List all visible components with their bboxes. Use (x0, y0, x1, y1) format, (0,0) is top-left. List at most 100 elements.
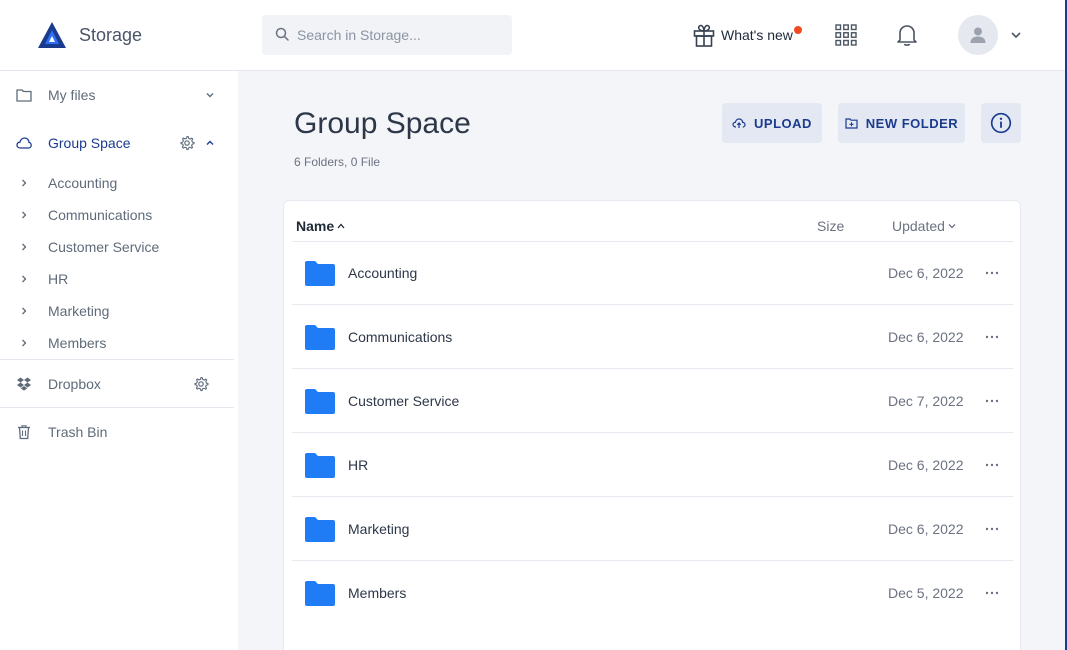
more-horizontal-icon[interactable] (984, 521, 1000, 537)
folder-updated: Dec 7, 2022 (888, 393, 964, 409)
folder-name[interactable]: Customer Service (348, 393, 459, 409)
sidebar-divider (0, 407, 234, 408)
sidebar: My files Group Space Accounting Communic… (0, 71, 238, 650)
chevron-right-icon[interactable] (20, 274, 28, 284)
bell-icon[interactable] (896, 23, 918, 47)
search-box[interactable] (262, 15, 512, 55)
column-header-name-label: Name (296, 218, 335, 234)
table-row[interactable]: Communications Dec 6, 2022 (292, 305, 1013, 369)
sidebar-divider (0, 359, 234, 360)
more-horizontal-icon[interactable] (984, 329, 1000, 345)
dropbox-icon (17, 377, 31, 391)
top-header: Storage What's new (0, 0, 1067, 71)
user-icon (970, 27, 986, 43)
folder-name[interactable]: Marketing (348, 521, 409, 537)
chevron-right-icon[interactable] (20, 242, 28, 252)
folder-updated: Dec 6, 2022 (888, 457, 964, 473)
sidebar-subitem-label: Customer Service (48, 239, 160, 255)
folder-name[interactable]: Members (348, 585, 406, 601)
info-button[interactable] (981, 103, 1021, 143)
folder-updated: Dec 6, 2022 (888, 521, 964, 537)
chevron-right-icon[interactable] (20, 338, 28, 348)
whats-new-label: What's new (721, 27, 793, 43)
folder-icon (305, 581, 335, 606)
folder-plus-icon (845, 118, 858, 129)
sort-ascending-icon (337, 223, 345, 229)
chevron-down-icon[interactable] (204, 89, 216, 101)
sidebar-subitem-marketing[interactable]: Marketing (0, 297, 238, 325)
chevron-right-icon[interactable] (20, 178, 28, 188)
sidebar-subitem-label: Members (48, 335, 107, 351)
more-horizontal-icon[interactable] (984, 457, 1000, 473)
column-header-name[interactable]: Name (296, 218, 346, 234)
more-horizontal-icon[interactable] (984, 393, 1000, 409)
sidebar-item-trash[interactable]: Trash Bin (0, 416, 238, 448)
gift-icon (693, 24, 715, 47)
folder-name[interactable]: HR (348, 457, 368, 473)
folder-updated: Dec 6, 2022 (888, 329, 964, 345)
folder-icon (305, 517, 335, 542)
gear-icon[interactable] (193, 376, 209, 392)
user-avatar[interactable] (958, 15, 998, 55)
folder-updated: Dec 5, 2022 (888, 585, 964, 601)
chevron-right-icon[interactable] (20, 210, 28, 220)
folder-name[interactable]: Communications (348, 329, 452, 345)
folder-icon (305, 325, 335, 350)
chevron-down-icon (948, 224, 956, 229)
folder-updated: Dec 6, 2022 (888, 265, 964, 281)
folder-icon (305, 389, 335, 414)
folder-outline-icon (16, 89, 32, 102)
info-icon (990, 112, 1012, 134)
table-row[interactable]: HR Dec 6, 2022 (292, 433, 1013, 497)
page-title: Group Space (294, 107, 471, 140)
table-row[interactable]: Customer Service Dec 7, 2022 (292, 369, 1013, 433)
cloud-icon (16, 137, 32, 149)
cloud-upload-icon (732, 118, 746, 128)
new-folder-button[interactable]: NEW FOLDER (838, 103, 965, 143)
sidebar-item-label: Group Space (48, 135, 131, 151)
upload-button[interactable]: UPLOAD (722, 103, 822, 143)
more-horizontal-icon[interactable] (984, 265, 1000, 281)
sidebar-item-my-files[interactable]: My files (0, 79, 238, 111)
search-icon (275, 27, 289, 41)
search-input[interactable] (297, 15, 502, 55)
chevron-right-icon[interactable] (20, 306, 28, 316)
sidebar-item-group-space[interactable]: Group Space (0, 127, 238, 159)
chevron-down-icon[interactable] (1010, 29, 1022, 41)
sidebar-subitem-label: Accounting (48, 175, 118, 191)
whats-new-button[interactable]: What's new (693, 22, 802, 48)
column-header-updated[interactable]: Updated (892, 218, 957, 234)
trash-icon (18, 425, 30, 440)
new-folder-button-label: NEW FOLDER (865, 115, 959, 131)
chevron-up-icon[interactable] (204, 137, 216, 149)
app-title: Storage (79, 25, 143, 45)
sidebar-subitem-label: HR (48, 271, 69, 287)
sidebar-subitem-members[interactable]: Members (0, 329, 238, 357)
main-content: Group Space 6 Folders, 0 File UPLOAD NEW… (238, 71, 1065, 650)
table-row[interactable]: Accounting Dec 6, 2022 (292, 241, 1013, 305)
app-logo-icon[interactable] (38, 22, 66, 48)
sidebar-subitem-hr[interactable]: HR (0, 265, 238, 293)
folder-name[interactable]: Accounting (348, 265, 417, 281)
sidebar-item-dropbox[interactable]: Dropbox (0, 368, 238, 400)
table-row[interactable]: Marketing Dec 6, 2022 (292, 497, 1013, 561)
folder-icon (305, 453, 335, 478)
sidebar-subitem-label: Marketing (48, 303, 110, 319)
column-header-updated-label: Updated (892, 218, 945, 234)
apps-grid-icon[interactable] (835, 24, 857, 46)
gear-icon[interactable] (179, 135, 195, 151)
sidebar-subitem-communications[interactable]: Communications (0, 201, 238, 229)
sidebar-item-label: My files (48, 87, 96, 103)
sidebar-item-label: Dropbox (48, 376, 101, 392)
sidebar-subitem-accounting[interactable]: Accounting (0, 169, 238, 197)
sidebar-item-label: Trash Bin (48, 424, 108, 440)
column-header-size[interactable]: Size (817, 218, 844, 234)
more-horizontal-icon[interactable] (984, 585, 1000, 601)
file-table: Name Size Updated Accounting Dec 6, 2022… (283, 200, 1021, 650)
upload-button-label: UPLOAD (754, 115, 812, 131)
folder-count: 6 Folders, 0 File (294, 155, 381, 169)
notification-dot (793, 26, 802, 34)
table-row[interactable]: Members Dec 5, 2022 (292, 561, 1013, 625)
folder-icon (305, 261, 335, 286)
sidebar-subitem-customer-service[interactable]: Customer Service (0, 233, 238, 261)
